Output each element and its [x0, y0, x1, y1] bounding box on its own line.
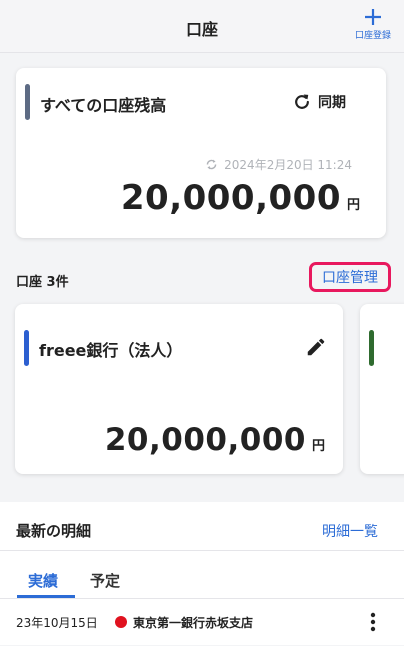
page-title: 口座 — [185, 20, 218, 39]
app-header: 口座 口座登録 — [0, 0, 404, 53]
add-account-button[interactable]: 口座登録 — [350, 8, 396, 41]
plus-icon — [365, 9, 381, 25]
total-amount-value: 20,000,000 — [120, 178, 341, 218]
total-balance-card: すべての口座残高 同期 2024年2月20日 11:24 20,000,000 … — [16, 68, 386, 238]
account-amount-value: 20,000,000 — [104, 422, 306, 458]
sync-status-icon — [206, 159, 217, 170]
bank-color-dot — [115, 616, 127, 628]
account-card-next[interactable] — [360, 304, 404, 474]
section-title: 最新の明細 — [16, 522, 92, 540]
card-accent-bar — [24, 330, 29, 366]
account-card[interactable]: freee銀行（法人） 20,000,000 円 — [15, 304, 343, 474]
card-accent-bar — [369, 330, 374, 366]
divider — [0, 550, 404, 551]
pencil-icon[interactable] — [305, 336, 327, 358]
manage-accounts-link[interactable]: 口座管理 — [309, 262, 391, 292]
transaction-bank: 東京第一銀行赤坂支店 — [133, 616, 254, 630]
currency-label: 円 — [346, 198, 360, 213]
account-name: freee銀行（法人） — [39, 341, 183, 360]
card-accent-bar — [25, 84, 30, 120]
currency-label: 円 — [311, 439, 325, 454]
refresh-icon — [295, 94, 309, 109]
view-all-details-link[interactable]: 明細一覧 — [322, 521, 378, 541]
transaction-row[interactable]: 23年10月15日 東京第一銀行赤坂支店 — [0, 608, 404, 646]
tab-planned[interactable]: 予定 — [90, 570, 120, 591]
sync-button[interactable]: 同期 — [292, 92, 346, 112]
account-count: 口座 3件 — [16, 275, 69, 290]
total-balance-title: すべての口座残高 — [40, 96, 167, 115]
tab-actual[interactable]: 実績 — [28, 570, 58, 591]
timestamp-text: 2024年2月20日 11:24 — [224, 158, 352, 172]
latest-transactions-section: 最新の明細 明細一覧 実績 予定 23年10月15日 東京第一銀行赤坂支店 — [0, 502, 404, 645]
account-balance: 20,000,000 円 — [105, 422, 325, 458]
add-account-label: 口座登録 — [354, 31, 391, 41]
total-balance-amount: 20,000,000 円 — [121, 178, 360, 218]
last-sync-timestamp: 2024年2月20日 11:24 — [205, 156, 352, 173]
divider — [0, 598, 404, 599]
sync-label: 同期 — [318, 95, 346, 111]
transaction-date: 23年10月15日 — [16, 616, 98, 630]
more-vertical-icon[interactable] — [370, 612, 376, 632]
